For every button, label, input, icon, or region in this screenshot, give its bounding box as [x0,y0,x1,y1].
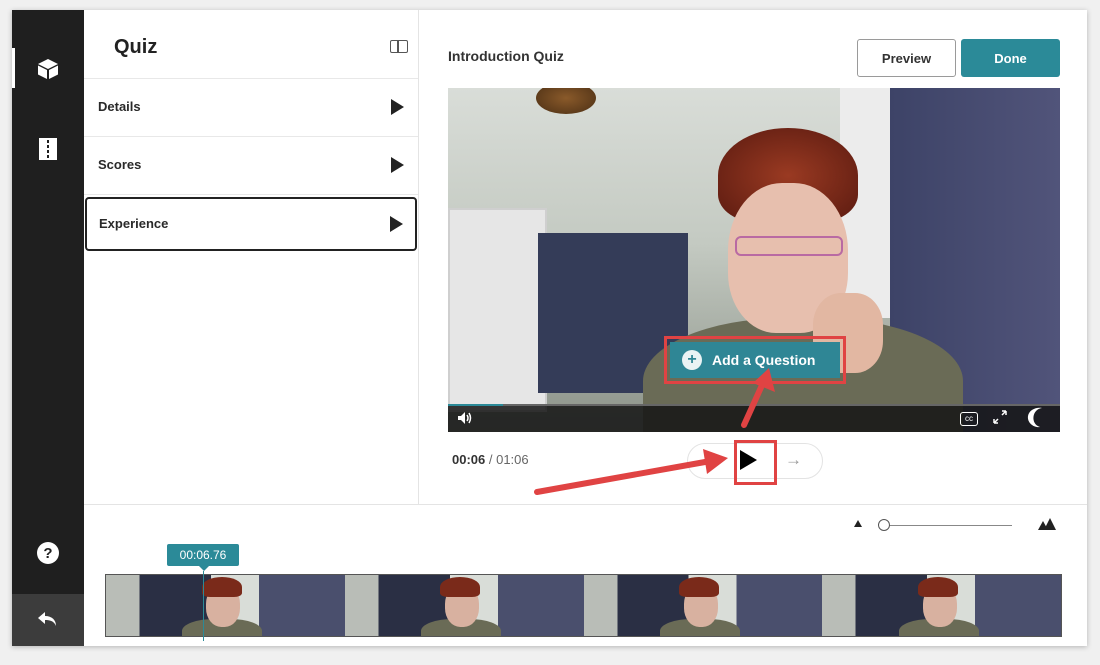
quiz-settings-panel: Quiz Details Scores Experience [84,10,419,504]
video-progress-track[interactable] [448,404,1060,406]
back-button[interactable] [12,594,84,646]
playhead-time-tag: 00:06.76 [167,544,239,571]
accordion-scores[interactable]: Scores [84,137,418,195]
expand-arrow-icon [390,216,403,232]
svg-text:?: ? [43,545,52,562]
timeline: 00:06.76 [84,504,1087,646]
cube-icon [38,59,58,79]
zoom-in-icon[interactable] [1038,518,1058,530]
expand-arrow-icon [391,99,404,115]
page-title: Introduction Quiz [448,48,564,64]
rail-interactions-button[interactable] [12,50,84,88]
video-frame-lamp [536,88,596,114]
panel-collapse-icon[interactable] [390,40,408,53]
closed-captions-icon[interactable]: cc [960,412,978,426]
accordion-label: Details [98,99,141,114]
expand-arrow-icon [391,157,404,173]
current-time: 00:06 [452,452,486,467]
help-icon: ? [37,542,59,564]
time-separator: / [485,452,497,467]
main-editor: Introduction Quiz Preview Done + Add a Q… [419,10,1087,504]
accordion-experience[interactable]: Experience [85,197,417,251]
total-duration: 01:06 [496,452,529,467]
annotation-highlight-add-question [664,336,846,384]
filmstrip-thumbnail [583,575,823,636]
volume-icon[interactable] [457,410,473,426]
panel-header: Quiz [84,10,418,79]
annotation-highlight-play [734,440,777,485]
previous-arrow-icon[interactable]: ← [706,450,723,470]
quiz-editor-app: ? Quiz Details Scores Experience Introdu… [12,10,1087,646]
filmstrip-thumbnail [822,575,1061,636]
help-button[interactable]: ? [12,538,84,568]
accordion-label: Scores [98,157,142,172]
film-icon [39,138,57,160]
video-frame-presenter [643,128,963,432]
done-button[interactable]: Done [961,39,1060,77]
rail-chapters-button[interactable] [12,130,84,168]
timeline-filmstrip[interactable] [105,574,1062,637]
panel-title: Quiz [114,36,158,58]
next-arrow-icon[interactable]: → [785,450,802,470]
zoom-handle[interactable] [878,519,890,531]
accordion-label: Experience [99,216,169,231]
zoom-track[interactable] [884,525,1012,526]
video-control-bar: cc [448,404,1060,432]
video-frame-door [448,208,547,412]
filmstrip-thumbnail [344,575,584,636]
video-player[interactable]: + Add a Question cc [448,88,1060,432]
zoom-out-icon[interactable] [854,520,862,527]
kaltura-logo-icon [1027,407,1042,428]
time-display: 00:06 / 01:06 [452,452,529,467]
zoom-slider[interactable] [854,515,1056,535]
preview-button[interactable]: Preview [857,39,956,77]
left-rail: ? [12,10,84,646]
fullscreen-icon[interactable] [993,410,1007,424]
accordion-details[interactable]: Details [84,79,418,137]
filmstrip-thumbnail [106,575,345,636]
timeline-playhead[interactable] [203,571,204,641]
video-progress-fill [448,404,504,406]
undo-icon [38,612,56,626]
